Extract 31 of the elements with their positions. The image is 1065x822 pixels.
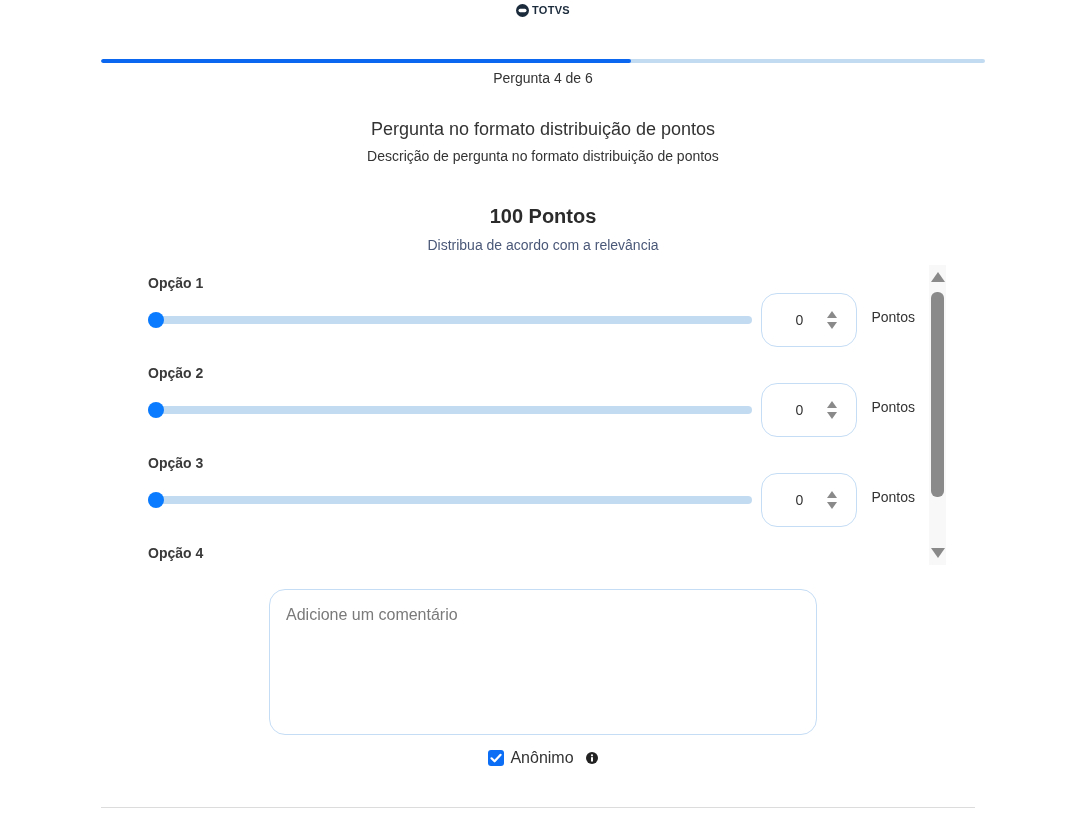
scroll-up-icon[interactable] <box>930 272 945 282</box>
checkbox[interactable] <box>488 750 505 766</box>
option-label: Opção 3 <box>148 454 204 473</box>
progress-label: Pergunta 4 de 6 <box>493 69 593 87</box>
spinner-icon[interactable] <box>827 311 838 329</box>
comment-field[interactable]: Adicione um comentário <box>269 589 817 735</box>
slider-thumb[interactable] <box>148 492 164 508</box>
points-unit: Pontos <box>871 399 915 415</box>
spinner-icon[interactable] <box>827 491 838 509</box>
points-input[interactable]: 0 <box>761 473 858 527</box>
option-label: Opção 2 <box>148 364 204 383</box>
points-total: 100 Pontos <box>489 204 597 228</box>
checkbox-label: Anônimo <box>510 749 574 767</box>
scrollbar[interactable] <box>929 265 946 565</box>
logo-text: TOTVS <box>532 4 570 17</box>
question-title: Pergunta no formato distribuição de pontos <box>370 118 716 141</box>
option-label: Opção 4 <box>148 544 204 563</box>
points-unit: Pontos <box>871 309 915 325</box>
points-unit: Pontos <box>871 489 915 505</box>
spinner-icon[interactable] <box>827 401 838 419</box>
slider-thumb[interactable] <box>148 402 164 418</box>
points-hint: Distribua de acordo com a relevância <box>427 236 659 255</box>
points-input[interactable]: 0 <box>761 383 858 437</box>
question-description: Descrição de pergunta no formato distribuição de pontos <box>367 147 719 166</box>
scrollbar-thumb[interactable] <box>931 292 944 497</box>
option-label: Opção 1 <box>148 274 204 293</box>
logo-icon <box>516 4 529 17</box>
points-input[interactable]: 0 <box>761 293 858 347</box>
scroll-down-icon[interactable] <box>930 548 945 558</box>
info-icon[interactable] <box>585 752 598 764</box>
slider-thumb[interactable] <box>148 312 164 328</box>
